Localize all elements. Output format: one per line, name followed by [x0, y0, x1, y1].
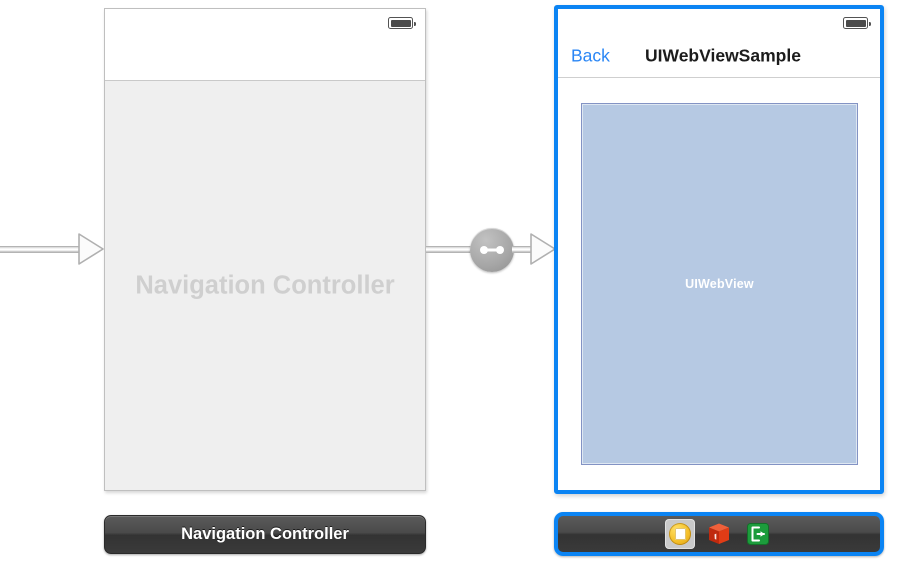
exit-icon	[747, 523, 769, 545]
scene-dock-title: Navigation Controller	[181, 525, 349, 543]
uiwebview-element[interactable]: UIWebView	[581, 103, 858, 465]
view-controller-icon	[669, 523, 691, 545]
dock-item-view-controller[interactable]	[665, 519, 695, 549]
navigation-controller-placeholder-label: Navigation Controller	[135, 271, 395, 299]
navigation-controller-device-frame[interactable]: Navigation Controller	[104, 8, 426, 491]
battery-icon	[843, 17, 871, 29]
back-button[interactable]: Back	[571, 46, 610, 67]
relationship-segue-icon[interactable]	[470, 228, 514, 272]
storyboard-canvas[interactable]: Navigation Controller Navigation Control…	[0, 0, 917, 575]
dock-item-first-responder[interactable]	[704, 519, 734, 549]
uiwebview-sample-navigation-bar[interactable]: Back UIWebViewSample	[558, 35, 880, 78]
battery-icon	[388, 17, 416, 29]
scene-uiwebview-sample[interactable]: Back UIWebViewSample UIWebView	[554, 5, 884, 494]
uiwebview-sample-device-frame[interactable]: Back UIWebViewSample UIWebView	[558, 9, 880, 490]
uiwebview-label: UIWebView	[685, 277, 754, 291]
navigation-controller-body[interactable]: Navigation Controller	[105, 81, 425, 490]
scene-dock-uiwebview-sample[interactable]	[554, 512, 884, 556]
entry-point-line	[0, 246, 80, 253]
dock-item-exit[interactable]	[743, 519, 773, 549]
segue-line-right	[512, 246, 532, 253]
entry-point-arrow-icon	[78, 230, 106, 268]
navigation-controller-status-bar	[105, 9, 425, 81]
scene-navigation-controller[interactable]: Navigation Controller	[104, 8, 426, 491]
navigation-bar-title: UIWebViewSample	[645, 45, 801, 66]
segue-line-left	[426, 246, 472, 253]
uiwebview-sample-status-bar	[558, 9, 880, 35]
first-responder-cube-icon	[709, 523, 729, 544]
scene-dock-navigation-controller[interactable]: Navigation Controller	[104, 515, 426, 554]
